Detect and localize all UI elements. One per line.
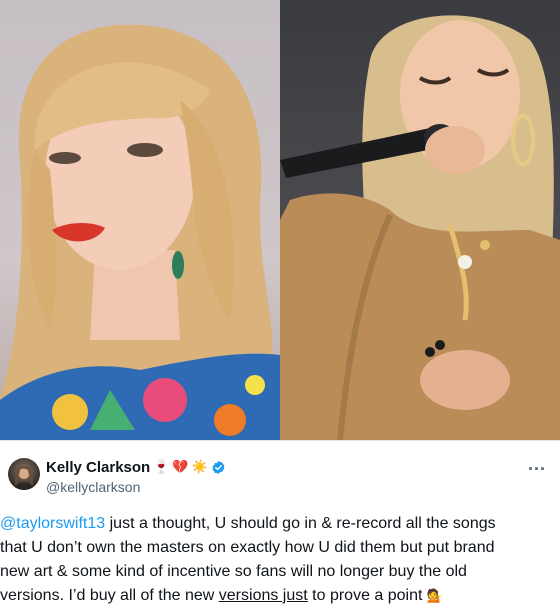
author-handle[interactable]: @kellyclarkson (46, 479, 140, 495)
left-portrait-photo (0, 0, 280, 440)
wine-glass-emoji: 🍷 (153, 459, 170, 475)
tweet-line-1-text: just a thought, U should go in & re-reco… (105, 515, 496, 532)
broken-heart-emoji: 💔 (172, 459, 189, 475)
tweet-line-4: versions. I’d buy all of the new version… (0, 584, 560, 608)
left-portrait-illustration (0, 24, 280, 440)
person-tipping-hand-emoji: 💁 (426, 589, 444, 604)
avatar[interactable] (8, 458, 40, 490)
verified-badge-icon (211, 460, 226, 475)
tweet-line-4-underlined: versions just (218, 587, 308, 604)
right-performer-photo (280, 0, 560, 440)
more-horizontal-icon[interactable]: ... (528, 454, 546, 475)
tweet-line-2: that U don’t own the masters on exactly … (0, 539, 495, 556)
mention-link[interactable]: @taylorswift13 (0, 515, 105, 532)
right-performer-illustration (280, 15, 560, 440)
author-display-name[interactable]: Kelly Clarkson (46, 459, 150, 476)
tweet-line-4-start: versions. I’d buy all of the new (0, 587, 219, 604)
tweet-line-3: new art & some kind of incentive so fans… (0, 563, 467, 580)
tweet-author-row: Kelly Clarkson 🍷 💔 ☀️ (46, 457, 226, 477)
tweet-line-1: @taylorswift13 just a thought, U should … (0, 512, 560, 536)
tweet-line-4-end: to prove a point (307, 587, 427, 604)
avatar-image (14, 465, 34, 490)
sun-emoji: ☀️ (191, 459, 208, 475)
photo-collage (0, 0, 560, 440)
tweet-body: @taylorswift13 just a thought, U should … (0, 512, 560, 608)
